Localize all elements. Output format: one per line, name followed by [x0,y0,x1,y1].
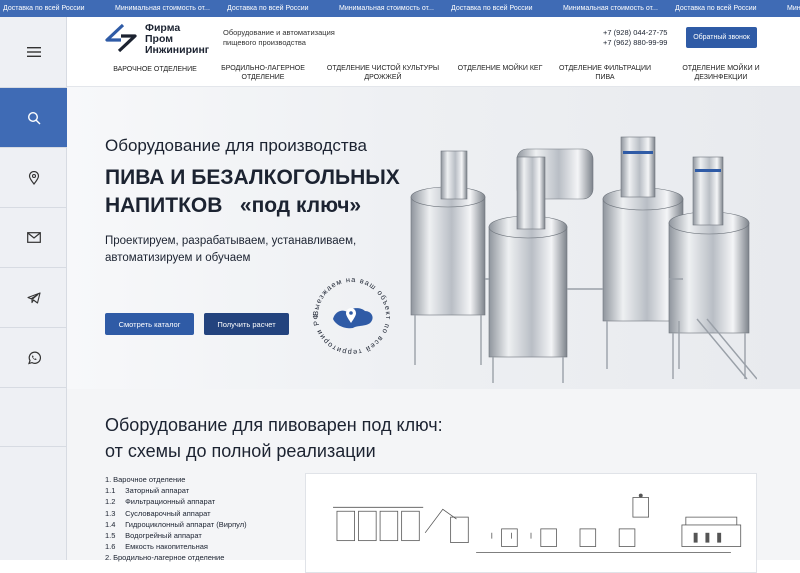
nav-item-fermentation[interactable]: Бродильно-лагерное отделение [213,64,313,82]
section-title-line2: от схемы до полной реализации [105,441,376,461]
list-item-num: 1.4 [105,519,116,529]
equipment-list: 1. Варочное отделение 1.1 Заторный аппар… [105,474,247,564]
phone-block: +7 (928) 044-27-75 +7 (962) 880-99-99 [603,28,667,48]
menu-button[interactable] [0,17,67,87]
hero-title-line1: ПИВА И БЕЗАЛКОГОЛЬНЫХ [105,166,400,189]
nav-item-yeast[interactable]: Отделение чистой культуры дрожжей [323,64,443,82]
whatsapp-icon [27,351,41,364]
ticker-item: Минимальная стоимость от... [563,5,658,12]
list-item[interactable]: 1.4 Гидроциклонный аппарат (Вирпул) [105,519,247,530]
search-button[interactable] [0,87,67,147]
telegram-icon [26,291,41,304]
ticker-item: Доставка по всей России [3,5,85,12]
phone-2[interactable]: +7 (962) 880-99-99 [603,38,667,48]
list-item-num: 1.5 [105,531,116,541]
nav-item-filtration[interactable]: Отделение фильтрации пива [553,64,657,82]
turnkey-section: Оборудование для пивоварен под ключ: от … [67,389,800,573]
list-item-num: 1.1 [105,486,116,496]
phone-1[interactable]: +7 (928) 044-27-75 [603,28,667,38]
callback-button[interactable]: Обратный звонок [686,27,757,48]
list-item-text: Заторный аппарат [125,486,190,496]
left-sidebar [0,17,67,560]
logo[interactable]: Фирма Пром Инжиниринг [103,23,209,56]
visit-stamp: Выезжаем на ваш объект по всей территори… [311,275,392,357]
list-item-num: 2. [105,553,112,563]
brewery-equipment-image [410,136,757,383]
logo-mark-icon [105,23,137,53]
quote-button[interactable]: Получить расчет [204,313,289,335]
mail-button[interactable] [0,207,67,267]
location-button[interactable] [0,147,67,207]
ticker-item: Минимальная стоимость от... [787,5,800,12]
list-item[interactable]: 2. Бродильно-лагерное отделение [105,552,247,563]
list-item-num: 1.6 [105,542,116,552]
nav-item-brewhouse[interactable]: Варочное отделение [105,65,205,74]
ticker-item: Минимальная стоимость от... [339,5,434,12]
list-item[interactable]: 1.3 Сусловарочный аппарат [105,508,247,519]
logo-line3: Инжиниринг [145,44,210,56]
list-item-num: 1.2 [105,497,116,507]
whatsapp-button[interactable] [0,327,67,387]
list-item[interactable]: 1.6 Емкость накопительная [105,541,247,552]
list-item-text: Фильтрационный аппарат [125,497,216,507]
menu-icon [26,47,41,57]
ticker-item: Доставка по всей России [227,5,309,12]
list-item-text: Варочное отделение [113,475,186,484]
nav-item-keg-washing[interactable]: Отделение мойки кег [455,64,545,73]
hero-title-line2: НАПИТКОВ «под ключ» [105,194,362,217]
ticker-item: Минимальная стоимость от... [115,5,210,12]
list-item-num: 1.3 [105,508,116,518]
list-item[interactable]: 1. Варочное отделение [105,474,247,485]
list-item[interactable]: 1.5 Водогрейный аппарат [105,530,247,541]
ticker-item: Доставка по всей России [451,5,533,12]
mail-icon [26,232,41,243]
top-ticker: Доставка по всей России Минимальная стоим… [0,0,800,17]
search-icon [27,111,40,124]
list-item-text: Емкость накопительная [125,542,208,552]
catalog-button[interactable]: Смотреть каталог [105,313,194,335]
location-icon [28,170,39,185]
hero-subtitle: Оборудование для производства [105,136,367,155]
site-header: Фирма Пром Инжиниринг Оборудование и авт… [67,17,800,87]
list-item[interactable]: 1.2 Фильтрационный аппарат [105,496,247,507]
section-title: Оборудование для пивоварен под ключ: от … [105,412,505,464]
list-item-text: Гидроциклонный аппарат (Вирпул) [125,519,247,529]
tagline: Оборудование и автоматизация пищевого пр… [223,28,335,47]
telegram-button[interactable] [0,267,67,327]
nav-item-cip[interactable]: Отделение мойки и дезинфекции [671,64,771,82]
section-title-line1: Оборудование для пивоварен под ключ: [105,415,443,435]
ticker-item: Доставка по всей России [675,5,757,12]
process-schematic-image [305,473,757,573]
russia-map-pin-icon [333,308,373,329]
list-item-text: Водогрейный аппарат [125,531,202,541]
hero-text: Проектируем, разрабатываем, устанавливае… [105,235,357,264]
list-item-text: Сусловарочный аппарат [125,508,211,518]
sidebar-spacer [0,387,67,447]
main-nav: Варочное отделение Бродильно-лагерное от… [67,64,800,84]
list-item-text: Бродильно-лагерное отделение [113,553,225,563]
hero-section: Оборудование для производства ПИВА И БЕЗ… [67,87,800,389]
list-item[interactable]: 1.1 Заторный аппарат [105,485,247,496]
list-item-num: 1. [105,475,112,484]
hero-title: ПИВА И БЕЗАЛКОГОЛЬНЫХ НАПИТКОВ «под ключ… [105,164,425,220]
